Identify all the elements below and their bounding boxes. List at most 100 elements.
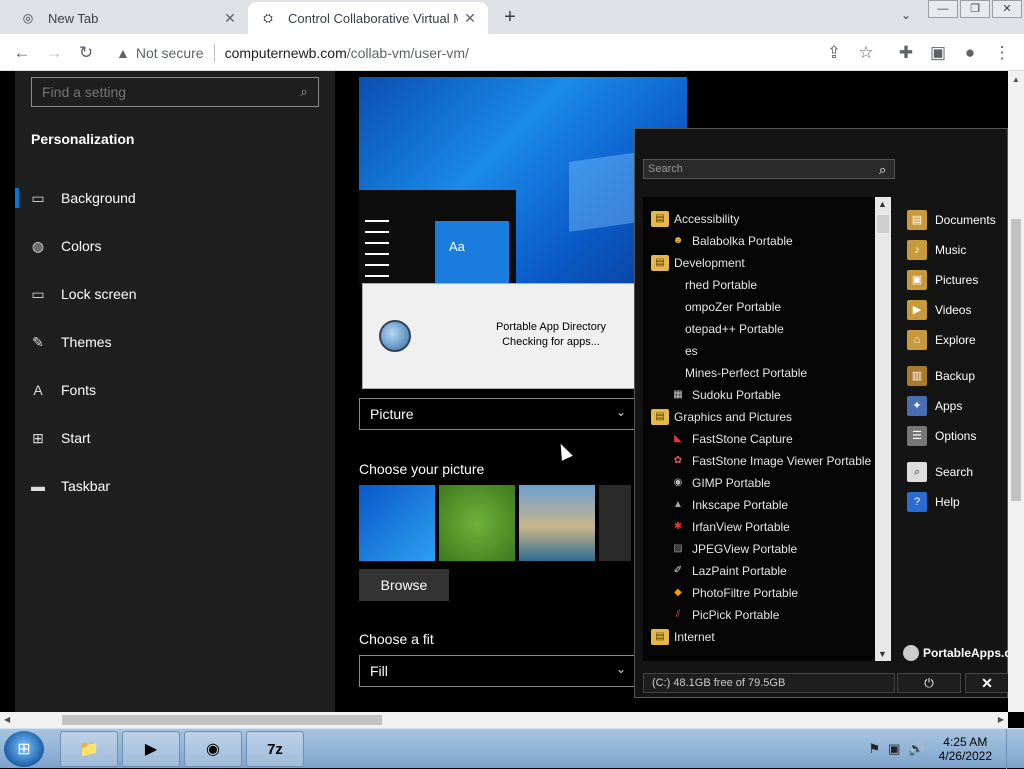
list-item[interactable]: ◆ PhotoFiltre Portable: [669, 582, 798, 604]
list-item[interactable]: ▦ Sudoku Portable: [669, 384, 780, 406]
shortcut-apps[interactable]: ✦ Apps: [907, 393, 962, 419]
scroll-thumb[interactable]: [877, 215, 889, 233]
side-panel-icon[interactable]: ▣: [926, 41, 950, 65]
close-icon[interactable]: ✕: [458, 10, 482, 27]
list-item-label: otepad++ Portable: [685, 322, 784, 336]
picture-thumbnail[interactable]: [519, 485, 595, 561]
nav-item-lock-screen[interactable]: ▭ Lock screen: [15, 270, 335, 318]
find-setting-field[interactable]: ⌕: [31, 77, 319, 107]
list-item[interactable]: ompoZer Portable: [685, 296, 781, 318]
page-vertical-scrollbar[interactable]: ▲: [1008, 71, 1024, 712]
backup-icon: ▥: [907, 366, 927, 386]
extensions-icon[interactable]: ✚: [894, 41, 918, 65]
folder-icon: ▤: [651, 255, 669, 271]
start-button[interactable]: ⊞: [4, 731, 44, 767]
tab-collabvm[interactable]: ⛭ Control Collaborative Virtual Ma ✕: [248, 2, 488, 34]
show-desktop-button[interactable]: [1006, 729, 1016, 769]
shortcut-documents[interactable]: ▤ Documents: [907, 207, 996, 233]
tab-new-tab[interactable]: ◎ New Tab ✕: [8, 2, 248, 34]
star-icon[interactable]: ☆: [854, 41, 878, 65]
list-item[interactable]: ◣ FastStone Capture: [669, 428, 793, 450]
list-item-label: GIMP Portable: [692, 476, 771, 490]
search-icon[interactable]: ⌕: [879, 162, 886, 178]
page-horizontal-scrollbar[interactable]: ◀ ▶: [0, 712, 1008, 728]
7zip-icon[interactable]: 7z: [246, 731, 304, 767]
apps-list-scrollbar[interactable]: ▲ ▼: [875, 197, 891, 661]
chrome-icon[interactable]: ◉: [184, 731, 242, 767]
browse-button[interactable]: Browse: [359, 569, 449, 601]
nav-label: Lock screen: [61, 286, 137, 302]
shortcut-pictures[interactable]: ▣ Pictures: [907, 267, 978, 293]
reload-icon[interactable]: ↻: [74, 41, 98, 65]
list-item[interactable]: ⫽ PicPick Portable: [669, 604, 780, 626]
clock[interactable]: 4:25 AM 4/26/2022: [939, 735, 992, 763]
find-setting-input[interactable]: [32, 84, 290, 100]
scroll-up-icon[interactable]: ▲: [1012, 75, 1020, 84]
list-item[interactable]: Mines-Perfect Portable: [685, 362, 807, 384]
list-item[interactable]: ▤ Graphics and Pictures: [651, 406, 792, 428]
shortcut-backup[interactable]: ▥ Backup: [907, 363, 975, 389]
scroll-thumb[interactable]: [1011, 219, 1021, 501]
shortcut-search[interactable]: ⌕ Search: [907, 459, 973, 485]
fit-dropdown[interactable]: Fill ⌄: [359, 655, 635, 687]
network-icon[interactable]: ▣: [888, 741, 900, 757]
list-item[interactable]: rhed Portable: [685, 274, 757, 296]
shortcut-label: Apps: [935, 399, 963, 413]
action-center-icon[interactable]: ⚑: [868, 741, 880, 757]
restore-button[interactable]: ❐: [960, 0, 990, 18]
shortcut-explore[interactable]: ⌂ Explore: [907, 327, 976, 353]
nav-item-background[interactable]: ▭ Background: [15, 174, 335, 222]
close-icon[interactable]: ✕: [218, 10, 242, 27]
list-item[interactable]: ▲ Inkscape Portable: [669, 494, 788, 516]
list-item[interactable]: ▤ Accessibility: [651, 208, 739, 230]
nav-item-colors[interactable]: ◍ Colors: [15, 222, 335, 270]
picture-thumbnail[interactable]: [439, 485, 515, 561]
close-window-button[interactable]: ✕: [992, 0, 1022, 18]
profile-icon[interactable]: ●: [958, 41, 982, 65]
new-tab-button[interactable]: +: [498, 6, 522, 30]
menu-icon[interactable]: ⋮: [990, 41, 1014, 65]
tab-search-chevron-icon[interactable]: ⌄: [896, 8, 916, 22]
nav-item-themes[interactable]: ✎ Themes: [15, 318, 335, 366]
back-arrow-icon[interactable]: ←: [10, 41, 34, 65]
scroll-right-icon[interactable]: ▶: [998, 715, 1004, 724]
list-item[interactable]: ▤ Internet: [651, 626, 715, 648]
address-bar[interactable]: ▲ Not secure computernewb.com/collab-vm/…: [108, 38, 888, 67]
list-item[interactable]: ✿ FastStone Image Viewer Portable: [669, 450, 871, 472]
nav-item-fonts[interactable]: A Fonts: [15, 366, 335, 414]
scroll-up-icon[interactable]: ▲: [878, 199, 887, 209]
nav-item-start[interactable]: ⊞ Start: [15, 414, 335, 462]
list-item[interactable]: es: [685, 340, 698, 362]
background-dropdown[interactable]: Picture ⌄: [359, 398, 635, 430]
list-item[interactable]: ☻ Balabolka Portable: [669, 230, 793, 252]
list-item[interactable]: otepad++ Portable: [685, 318, 784, 340]
shortcut-options[interactable]: ☰ Options: [907, 423, 976, 449]
folder-icon: ▤: [651, 211, 669, 227]
power-button[interactable]: ⏻: [897, 673, 961, 693]
forward-arrow-icon[interactable]: →: [42, 41, 66, 65]
shortcut-music[interactable]: ♪ Music: [907, 237, 966, 263]
7zip-label: 7z: [267, 740, 283, 758]
clock-date: 4/26/2022: [938, 749, 992, 763]
shortcut-help[interactable]: ? Help: [907, 489, 960, 515]
list-item[interactable]: ◉ GIMP Portable: [669, 472, 771, 494]
share-icon[interactable]: ⇪: [822, 41, 846, 65]
close-menu-button[interactable]: ✕: [965, 673, 1008, 693]
scroll-thumb[interactable]: [62, 715, 382, 725]
explorer-icon[interactable]: 📁: [60, 731, 118, 767]
apps-search-input[interactable]: Search: [643, 159, 895, 179]
vm-screen[interactable]: ⌕ Personalization ▭ Background ◍ Colors …: [0, 71, 1008, 712]
picture-thumbnail[interactable]: [359, 485, 435, 561]
volume-icon[interactable]: 🔊: [908, 741, 924, 757]
picture-thumbnail[interactable]: [599, 485, 631, 561]
shortcut-videos[interactable]: ▶ Videos: [907, 297, 971, 323]
list-item[interactable]: ✐ LazPaint Portable: [669, 560, 787, 582]
nav-item-taskbar[interactable]: ▬ Taskbar: [15, 462, 335, 510]
list-item[interactable]: ▨ JPEGView Portable: [669, 538, 797, 560]
media-player-icon[interactable]: ▶: [122, 731, 180, 767]
list-item[interactable]: ✱ IrfanView Portable: [669, 516, 790, 538]
list-item[interactable]: ▤ Development: [651, 252, 745, 274]
scroll-down-icon[interactable]: ▼: [878, 649, 887, 659]
scroll-left-icon[interactable]: ◀: [4, 715, 10, 724]
minimize-button[interactable]: —: [928, 0, 958, 18]
